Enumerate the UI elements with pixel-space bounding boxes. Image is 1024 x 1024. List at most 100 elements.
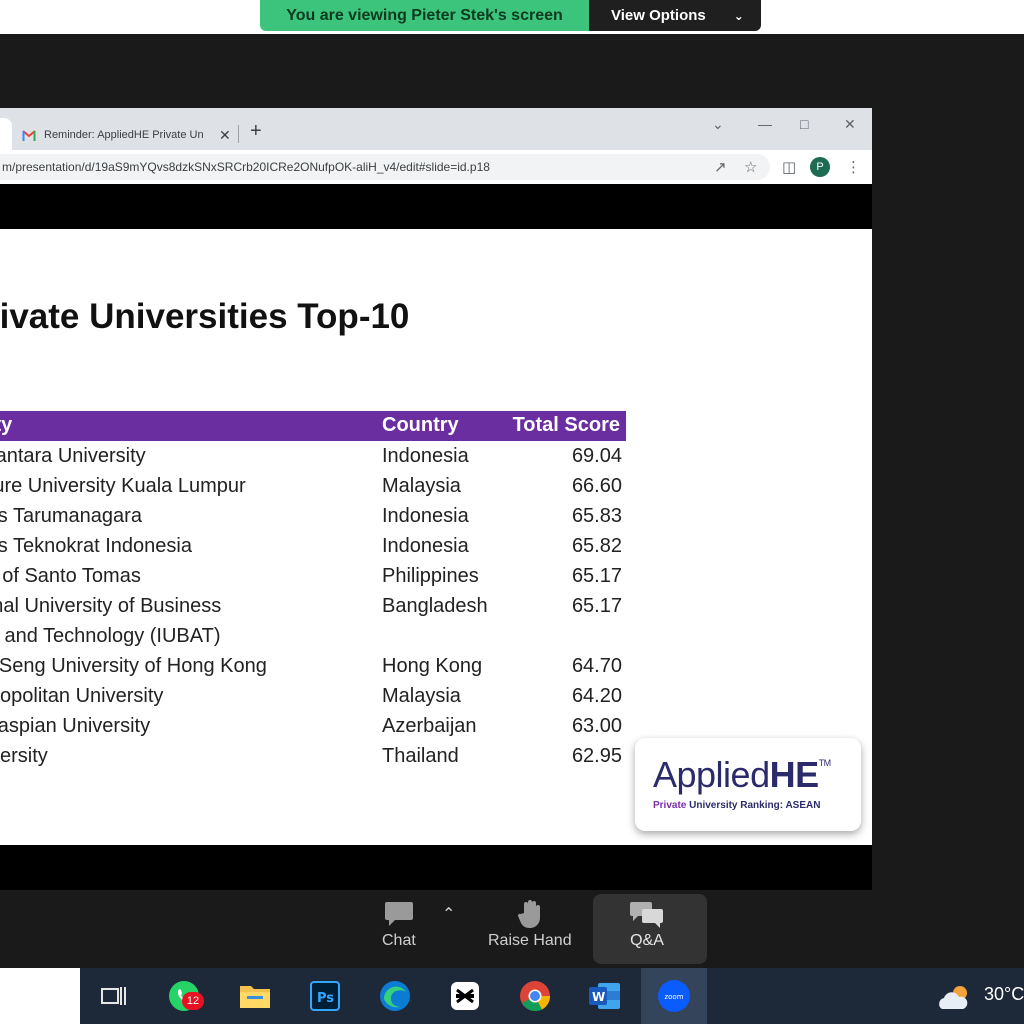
hand-icon bbox=[517, 896, 543, 932]
tab-search-icon[interactable]: ⌄ bbox=[712, 116, 724, 133]
presentation-slide: rivate Universities Top-10 rsity Country… bbox=[0, 229, 872, 845]
bookmark-star-icon[interactable]: ☆ bbox=[744, 158, 757, 176]
new-tab-icon[interactable]: + bbox=[250, 120, 262, 143]
cell-country: Malaysia bbox=[382, 685, 461, 707]
profile-avatar[interactable]: P bbox=[810, 157, 830, 177]
minimize-icon[interactable]: — bbox=[758, 116, 772, 132]
cell-university: University bbox=[0, 745, 48, 767]
qa-label: Q&A bbox=[630, 932, 664, 949]
cell-country: Hong Kong bbox=[382, 655, 483, 677]
cell-country: Bangladesh bbox=[382, 595, 488, 617]
cell-score: 65.82 bbox=[571, 535, 622, 557]
cell-university: Nusantara University bbox=[0, 445, 146, 467]
table-row: rsity of Santo Tomas Philippines 65.17 bbox=[0, 561, 626, 591]
chat-button[interactable]: Chat bbox=[382, 896, 416, 962]
header-country: Country bbox=[382, 414, 459, 436]
svg-text:Ps: Ps bbox=[317, 991, 334, 1006]
cell-score: 66.60 bbox=[571, 475, 622, 497]
word-icon[interactable]: W bbox=[587, 978, 623, 1014]
cell-score: 64.20 bbox=[571, 685, 622, 707]
windows-taskbar: Ps W zoom bbox=[0, 968, 1024, 1024]
raise-hand-button[interactable]: Raise Hand bbox=[488, 896, 572, 962]
logo-wordmark: AppliedHETM bbox=[653, 754, 831, 795]
cell-country: Azerbaijan bbox=[382, 715, 477, 737]
zoom-app-icon[interactable]: zoom bbox=[656, 978, 692, 1014]
taskbar-search-area[interactable] bbox=[0, 968, 80, 1024]
cell-score: 69.04 bbox=[571, 445, 622, 467]
gmail-icon bbox=[22, 129, 36, 141]
browser-tab-bar: Reminder: AppliedHE Private Un ✕ + ⌄ — □… bbox=[0, 108, 872, 150]
table-row: rsitas Tarumanagara Indonesia 65.83 bbox=[0, 501, 626, 531]
view-options-label: View Options bbox=[611, 7, 706, 24]
shared-browser-window: Reminder: AppliedHE Private Un ✕ + ⌄ — □… bbox=[0, 108, 872, 890]
cell-country: Indonesia bbox=[382, 535, 469, 557]
tab-divider bbox=[238, 125, 239, 143]
table-header: rsity Country Total Score bbox=[0, 411, 626, 441]
chrome-icon[interactable] bbox=[517, 978, 553, 1014]
table-row: ang Seng University of Hong Kong Hong Ko… bbox=[0, 651, 626, 681]
cell-country: Indonesia bbox=[382, 505, 469, 527]
viewing-screen-label: You are viewing Pieter Stek's screen bbox=[260, 0, 589, 31]
zoom-share-banner: You are viewing Pieter Stek's screen Vie… bbox=[260, 0, 761, 31]
cell-university: ang Seng University of Hong Kong bbox=[0, 655, 267, 677]
table-row: Nusantara University Indonesia 69.04 bbox=[0, 441, 626, 471]
whatsapp-badge: 12 bbox=[182, 992, 204, 1010]
cell-country: Malaysia bbox=[382, 475, 461, 497]
browser-tab-gmail[interactable]: Reminder: AppliedHE Private Un ✕ bbox=[12, 120, 238, 150]
chevron-down-icon: ⌄ bbox=[733, 8, 744, 23]
cell-university: ational University of Business lture and… bbox=[0, 595, 222, 647]
header-score: Total Score bbox=[512, 414, 620, 436]
chat-options-chevron-icon[interactable]: ⌃ bbox=[442, 904, 455, 970]
more-menu-icon[interactable]: ⋮ bbox=[846, 158, 861, 176]
svg-text:zoom: zoom bbox=[664, 993, 683, 1001]
cell-country: Indonesia bbox=[382, 445, 469, 467]
table-row: ructure University Kuala Lumpur Malaysia… bbox=[0, 471, 626, 501]
chat-label: Chat bbox=[382, 932, 416, 949]
slide-title: rivate Universities Top-10 bbox=[0, 297, 410, 336]
cell-score: 65.83 bbox=[571, 505, 622, 527]
table-row: rn Caspian University Azerbaijan 63.00 bbox=[0, 711, 626, 741]
cell-university: rsitas Teknokrat Indonesia bbox=[0, 535, 192, 557]
cell-score: 65.17 bbox=[571, 595, 622, 617]
svg-text:W: W bbox=[592, 990, 605, 1004]
chat-icon bbox=[384, 896, 414, 932]
cell-country: Thailand bbox=[382, 745, 459, 767]
close-tab-icon[interactable]: ✕ bbox=[219, 127, 231, 144]
task-view-icon[interactable] bbox=[96, 978, 132, 1014]
weather-icon[interactable] bbox=[936, 980, 972, 1016]
capcut-icon[interactable] bbox=[447, 978, 483, 1014]
appliedhe-logo: AppliedHETM Private University Ranking: … bbox=[635, 738, 861, 831]
maximize-icon[interactable]: □ bbox=[800, 116, 808, 132]
qa-icon bbox=[630, 896, 664, 932]
view-options-button[interactable]: View Options ⌄ bbox=[589, 0, 761, 31]
cell-score: 62.95 bbox=[571, 745, 622, 767]
edge-icon[interactable] bbox=[377, 978, 413, 1014]
ranking-table: rsity Country Total Score Nusantara Univ… bbox=[0, 411, 626, 771]
logo-subtitle: Private University Ranking: ASEAN bbox=[653, 800, 821, 811]
table-row: University Thailand 62.95 bbox=[0, 741, 626, 771]
raise-hand-label: Raise Hand bbox=[488, 932, 572, 949]
cell-university: ructure University Kuala Lumpur bbox=[0, 475, 246, 497]
weather-temperature[interactable]: 30°C bbox=[984, 984, 1024, 1005]
qa-button[interactable]: Q&A bbox=[630, 896, 664, 962]
cell-university: Metropolitan University bbox=[0, 685, 164, 707]
header-university: rsity bbox=[0, 414, 13, 436]
share-icon[interactable]: ↗ bbox=[714, 158, 727, 176]
cell-university: rsity of Santo Tomas bbox=[0, 565, 141, 587]
cell-country: Philippines bbox=[382, 565, 479, 587]
table-row: ational University of Business lture and… bbox=[0, 591, 626, 651]
table-row: rsitas Teknokrat Indonesia Indonesia 65.… bbox=[0, 531, 626, 561]
table-row: Metropolitan University Malaysia 64.20 bbox=[0, 681, 626, 711]
photoshop-icon[interactable]: Ps bbox=[307, 978, 343, 1014]
address-bar-row: m/presentation/d/19aS9mYQvs8dzkSNxSRCrb2… bbox=[0, 150, 872, 184]
url-field[interactable]: m/presentation/d/19aS9mYQvs8dzkSNxSRCrb2… bbox=[0, 154, 770, 180]
cell-score: 65.17 bbox=[571, 565, 622, 587]
cell-university: rn Caspian University bbox=[0, 715, 151, 737]
close-window-icon[interactable]: ✕ bbox=[844, 116, 856, 133]
tab-title: Reminder: AppliedHE Private Un bbox=[44, 129, 204, 141]
side-panel-icon[interactable]: ◫ bbox=[782, 158, 796, 176]
cell-university: rsitas Tarumanagara bbox=[0, 505, 142, 527]
cell-score: 64.70 bbox=[571, 655, 622, 677]
file-explorer-icon[interactable] bbox=[237, 978, 273, 1014]
active-tab-fragment[interactable] bbox=[0, 118, 12, 150]
